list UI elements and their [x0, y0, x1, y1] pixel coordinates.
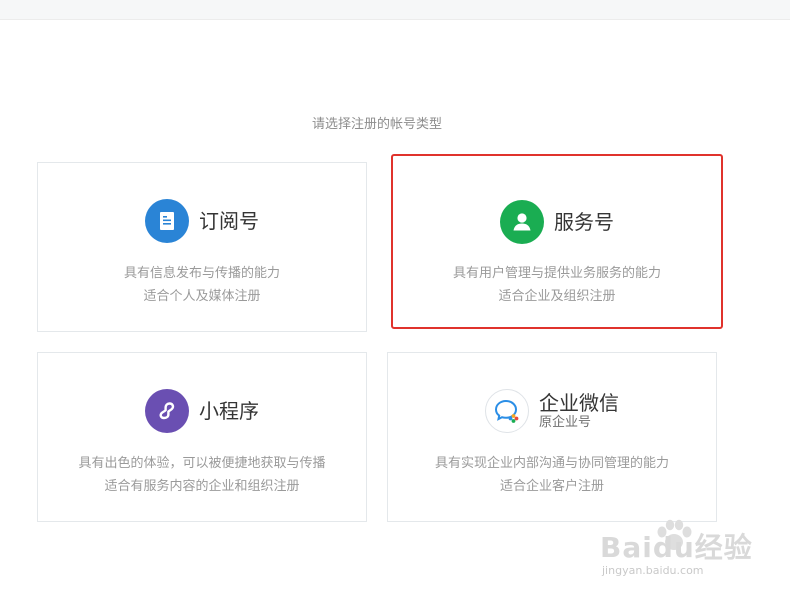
- card-title: 小程序: [199, 399, 259, 423]
- card-desc-line: 适合有服务内容的企业和组织注册: [104, 479, 300, 494]
- card-desc-line: 具有用户管理与提供业务服务的能力: [452, 266, 661, 281]
- watermark-text: Baidu经验: [600, 531, 753, 564]
- card-wecom[interactable]: 企业微信 原企业号 具有实现企业内部沟通与协同管理的能力 适合企业客户注册: [387, 352, 717, 522]
- card-desc-line: 适合个人及媒体注册: [143, 289, 261, 304]
- card-desc-line: 适合企业客户注册: [499, 479, 604, 494]
- card-desc-line: 具有实现企业内部沟通与协同管理的能力: [434, 456, 669, 471]
- card-title: 订阅号: [199, 209, 259, 233]
- card-header: 订阅号: [38, 198, 366, 244]
- card-description: 具有实现企业内部沟通与协同管理的能力 适合企业客户注册: [388, 452, 716, 498]
- card-header: 企业微信 原企业号: [388, 388, 716, 434]
- top-bar: [0, 0, 790, 20]
- card-desc-line: 适合企业及组织注册: [498, 289, 616, 304]
- card-description: 具有用户管理与提供业务服务的能力 适合企业及组织注册: [393, 262, 721, 308]
- card-title: 服务号: [554, 210, 614, 234]
- card-description: 具有出色的体验，可以被便捷地获取与传播 适合有服务内容的企业和组织注册: [38, 452, 366, 498]
- wecom-icon: [485, 389, 529, 433]
- card-header: 小程序: [38, 388, 366, 434]
- card-description: 具有信息发布与传播的能力 适合个人及媒体注册: [38, 262, 366, 308]
- document-icon: [145, 199, 189, 243]
- card-service-account[interactable]: 服务号 具有用户管理与提供业务服务的能力 适合企业及组织注册: [391, 154, 723, 329]
- card-subscription-account[interactable]: 订阅号 具有信息发布与传播的能力 适合个人及媒体注册: [37, 162, 367, 332]
- baidu-watermark: Baidu经验 jingyan.baidu.com: [600, 518, 780, 584]
- user-icon: [500, 200, 544, 244]
- card-mini-program[interactable]: 小程序 具有出色的体验，可以被便捷地获取与传播 适合有服务内容的企业和组织注册: [37, 352, 367, 522]
- card-desc-line: 具有出色的体验，可以被便捷地获取与传播: [78, 456, 326, 471]
- card-title: 企业微信: [539, 391, 619, 415]
- miniprogram-icon: [145, 389, 189, 433]
- card-subtitle: 原企业号: [539, 415, 592, 430]
- watermark-url: jingyan.baidu.com: [602, 564, 704, 577]
- card-desc-line: 具有信息发布与传播的能力: [123, 266, 280, 281]
- page-prompt: 请选择注册的帐号类型: [311, 117, 442, 132]
- card-header: 服务号: [393, 199, 721, 245]
